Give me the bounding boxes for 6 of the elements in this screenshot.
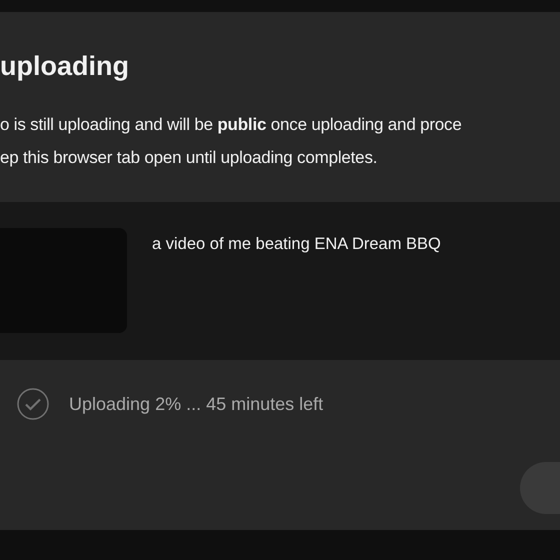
check-circle-icon <box>17 388 49 420</box>
upload-status: Uploading 2% ... 45 minutes left <box>69 392 324 416</box>
video-title: a video of me beating ENA Dream BBQ <box>152 234 441 255</box>
dialog-message: o is still uploading and will be public once uploading and proce <box>0 114 463 136</box>
dialog-title: uploading <box>0 50 130 82</box>
dialog-message: ep this browser tab open until uploading completes. <box>0 147 378 169</box>
